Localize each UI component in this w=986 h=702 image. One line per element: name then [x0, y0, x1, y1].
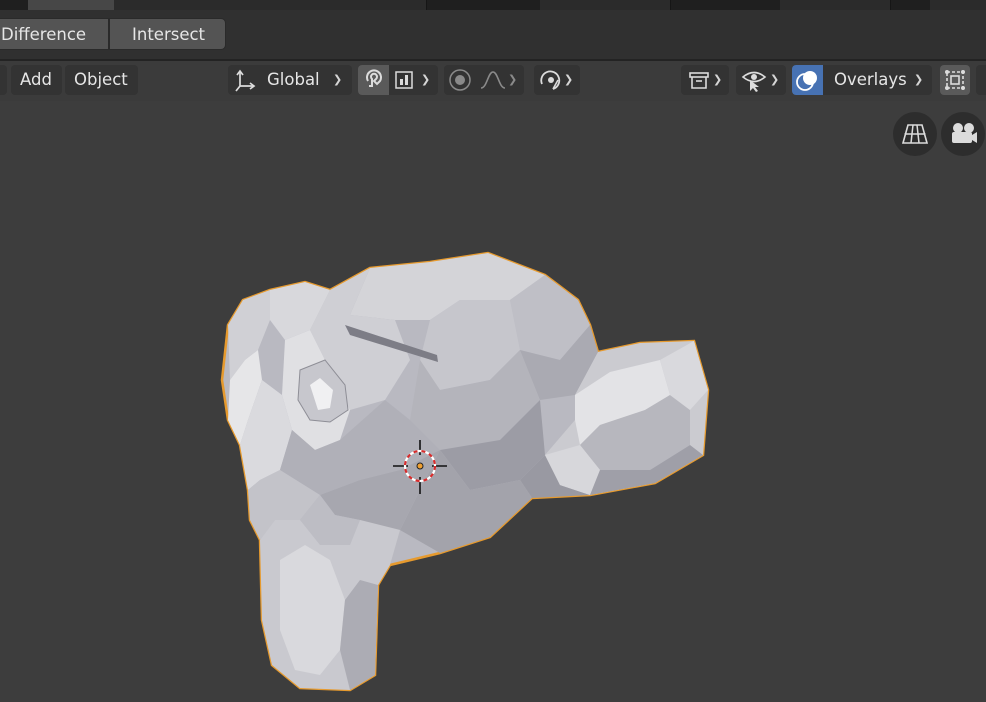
- snap-increment-icon[interactable]: [394, 69, 416, 91]
- difference-button[interactable]: Difference: [0, 18, 109, 50]
- object-type-visibility-icon: [689, 72, 709, 89]
- object-type-visibility-dropdown[interactable]: ❯: [681, 65, 729, 95]
- chevron-down-icon[interactable]: ❯: [421, 65, 430, 95]
- falloff-curve-icon[interactable]: [480, 69, 506, 91]
- overlays-toggle[interactable]: [792, 65, 823, 95]
- workspace-tab[interactable]: [218, 0, 323, 10]
- chevron-down-icon: ❯: [713, 73, 723, 86]
- chevron-down-icon: ❯: [770, 73, 780, 86]
- chevron-down-icon: ❯: [564, 73, 574, 86]
- overlays-label[interactable]: Overlays: [834, 65, 907, 95]
- 3d-viewport[interactable]: [0, 101, 986, 702]
- xray-toggle-icon: [945, 70, 965, 90]
- view-menu-edge[interactable]: [0, 65, 7, 95]
- shading-mode-edge[interactable]: [976, 65, 986, 95]
- add-menu[interactable]: Add: [11, 65, 62, 95]
- snapping-group: ❯: [358, 65, 438, 95]
- viewport-header: Add Object Global ❯ ❯ ❯ ❯ ❯ ❯ Overlays ❯: [0, 61, 986, 101]
- workspace-tab[interactable]: [930, 0, 986, 10]
- overlays-icon: [796, 71, 817, 91]
- proportional-edit-icon[interactable]: [448, 68, 472, 92]
- pivot-point-dropdown[interactable]: ❯: [534, 65, 580, 95]
- proportional-edit-group: ❯: [444, 65, 524, 95]
- overlays-dropdown: Overlays ❯: [792, 65, 932, 95]
- transform-orientation-dropdown[interactable]: Global ❯: [228, 65, 352, 95]
- chevron-down-icon[interactable]: ❯: [508, 65, 517, 95]
- workspace-tab-active[interactable]: [28, 0, 115, 10]
- workspace-tab-strip: [0, 0, 986, 10]
- magnet-icon: [366, 69, 382, 87]
- workspace-tab[interactable]: [114, 0, 219, 10]
- monkey-mesh-object[interactable]: [0, 101, 986, 702]
- boolean-operation-toolbar: Difference Intersect: [0, 10, 986, 60]
- workspace-tab[interactable]: [780, 0, 891, 10]
- selectability-visibility-dropdown[interactable]: ❯: [736, 65, 786, 95]
- workspace-tab[interactable]: [322, 0, 427, 10]
- snap-toggle[interactable]: [358, 65, 389, 95]
- chevron-down-icon[interactable]: ❯: [914, 65, 923, 95]
- axis-gizmo-icon: [235, 69, 256, 92]
- view-selectable-icon: [741, 71, 767, 92]
- xray-toggle[interactable]: [940, 65, 970, 95]
- boolean-operation-group: Difference Intersect: [0, 18, 226, 50]
- workspace-tab[interactable]: [540, 0, 671, 10]
- intersect-button[interactable]: Intersect: [109, 18, 226, 50]
- chevron-down-icon: ❯: [333, 73, 343, 86]
- orbit-pivot-icon: [540, 70, 561, 90]
- transform-orientation-value: Global: [267, 70, 320, 89]
- object-menu[interactable]: Object: [65, 65, 138, 95]
